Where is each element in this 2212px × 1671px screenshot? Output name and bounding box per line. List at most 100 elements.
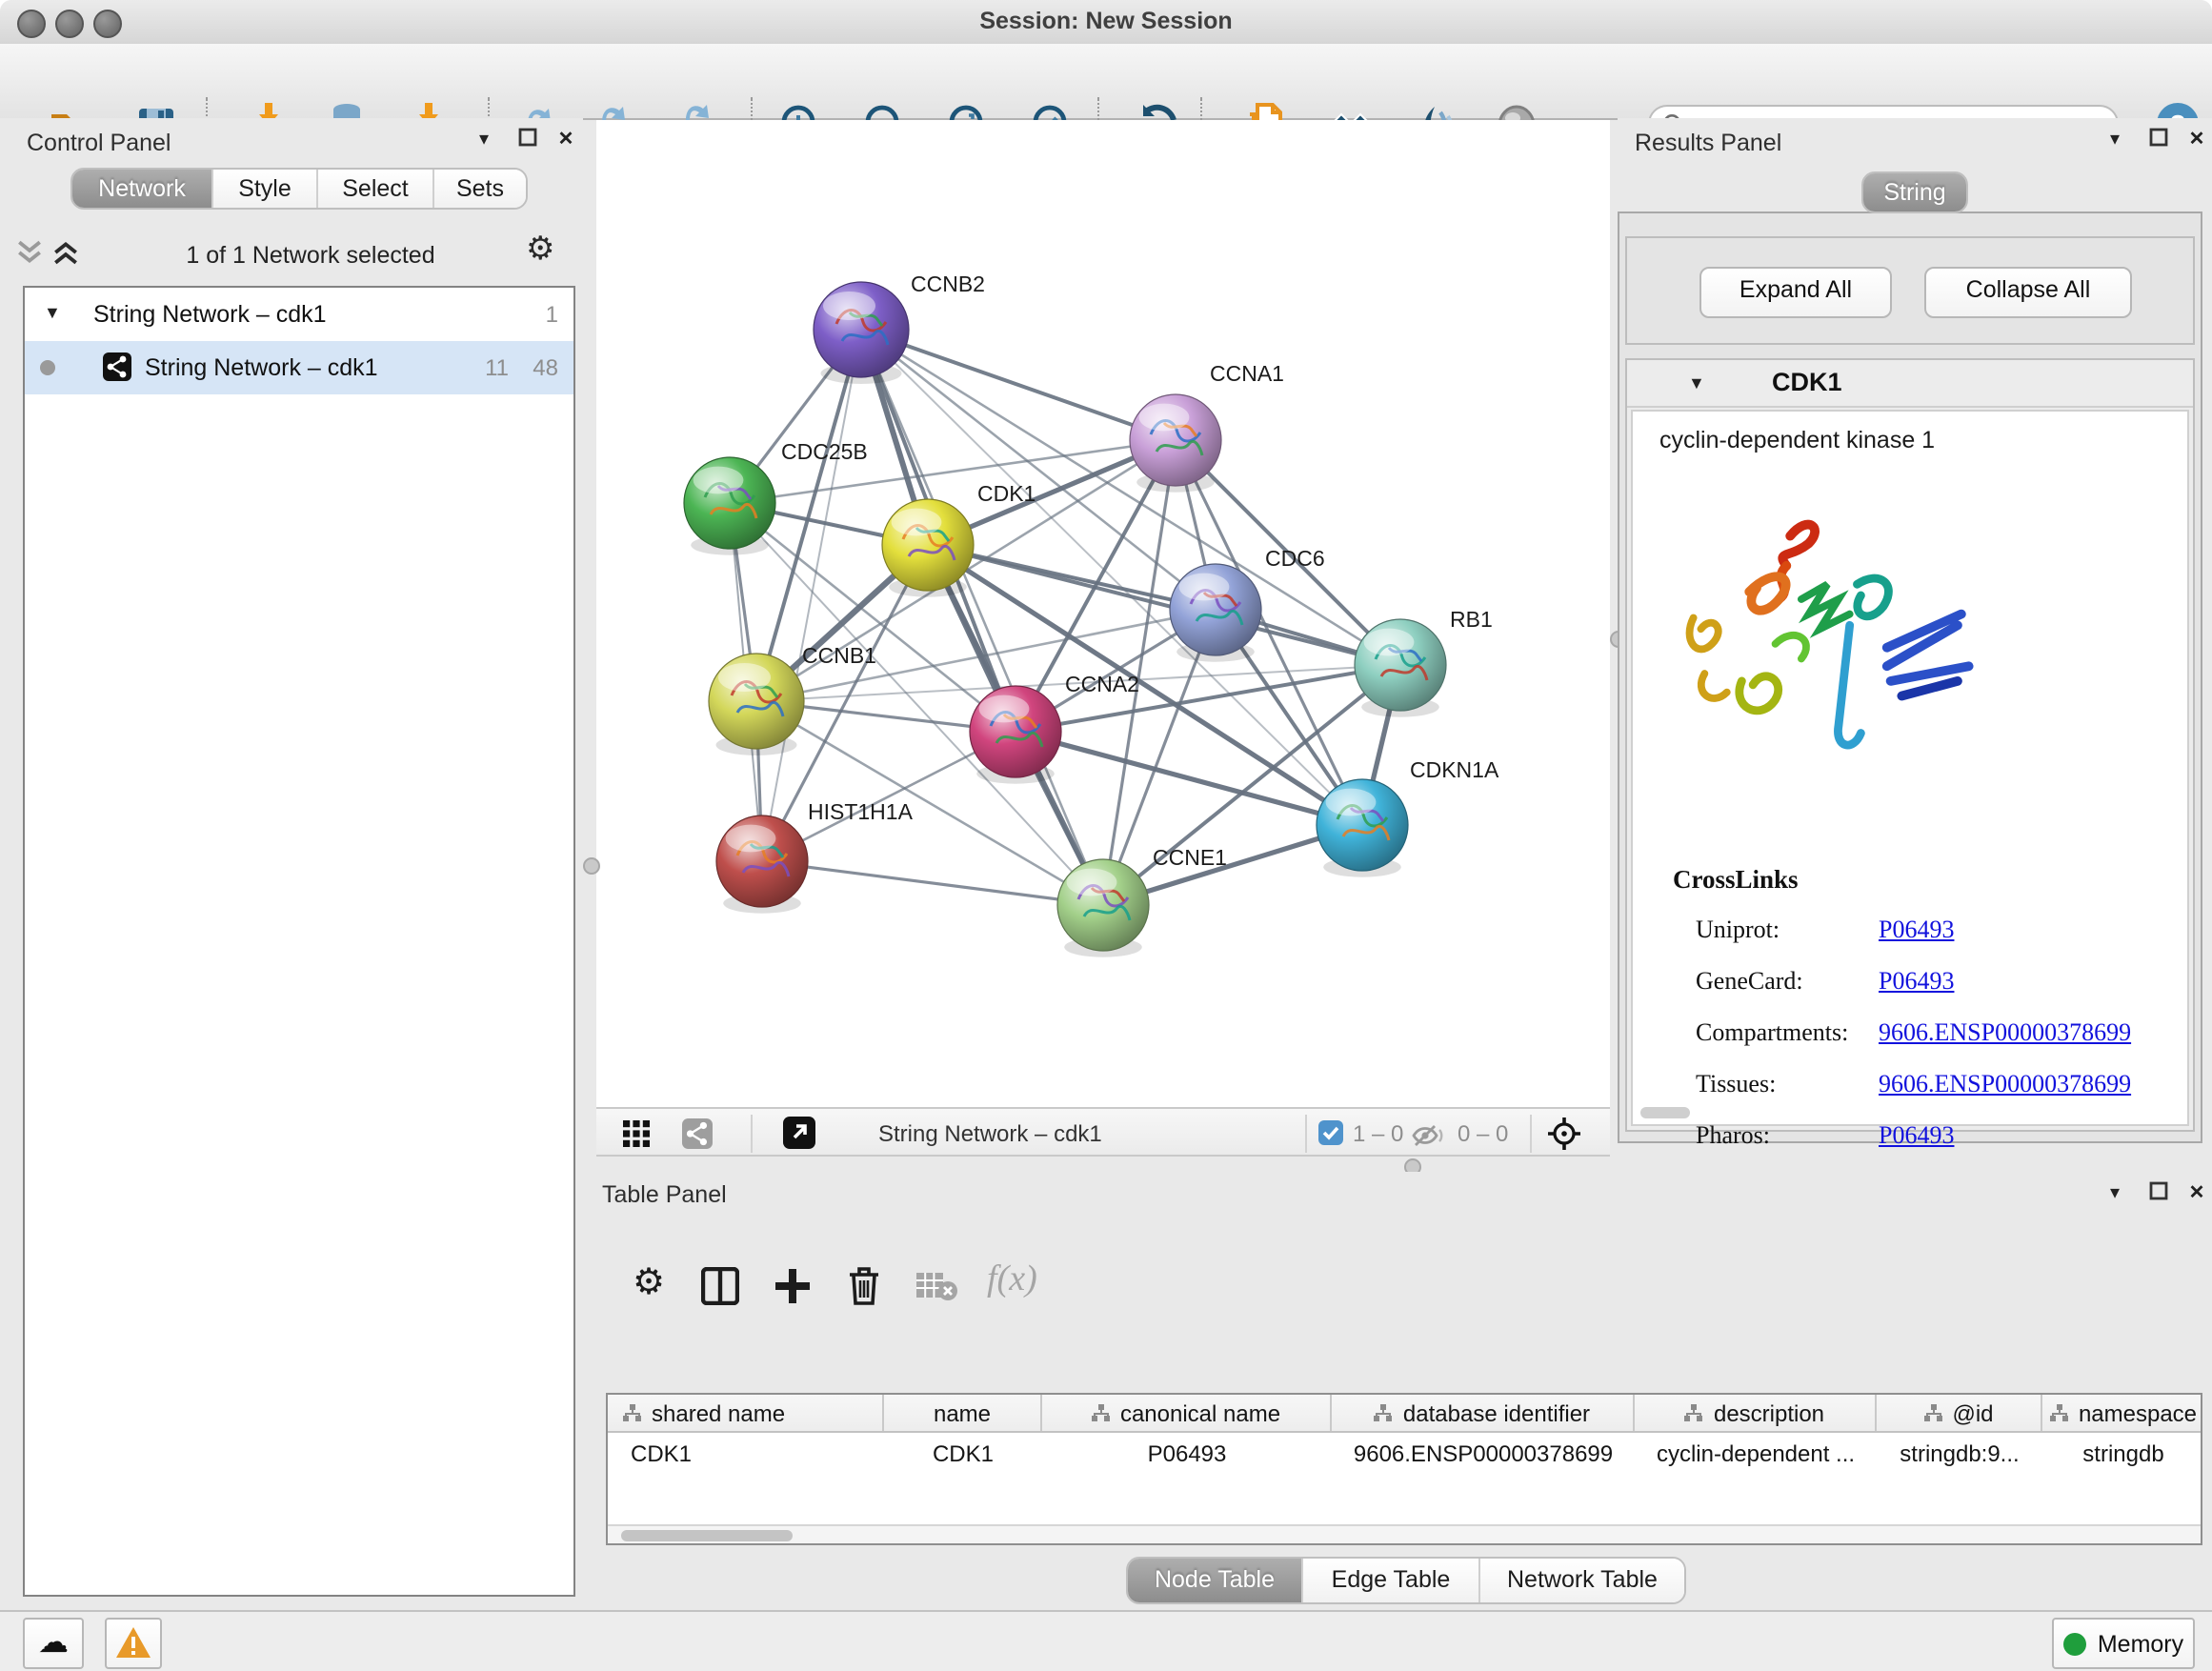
table-panel-collapse-button[interactable]: ▾ bbox=[2101, 1181, 2128, 1208]
results-panel-close-button[interactable]: ✕ bbox=[2183, 128, 2210, 154]
network-edge-CCNB2-CCNA1[interactable] bbox=[861, 330, 1176, 440]
network-edge-CCNE1-HIST1H1A[interactable] bbox=[762, 861, 1103, 905]
hidden-indicator bbox=[1412, 1122, 1444, 1157]
network-view-mode-button[interactable] bbox=[682, 1118, 713, 1158]
checkbox-checked-icon bbox=[1318, 1120, 1343, 1145]
detach-view-button[interactable] bbox=[783, 1117, 815, 1158]
window-title: Session: New Session bbox=[0, 0, 2212, 44]
tab-network[interactable]: Network bbox=[72, 170, 213, 208]
table-panel-close-button[interactable]: ✕ bbox=[2183, 1181, 2210, 1208]
left-splitter-handle[interactable] bbox=[583, 857, 600, 875]
column-header-description[interactable]: description bbox=[1635, 1395, 1877, 1431]
control-panel-collapse-button[interactable]: ▾ bbox=[471, 128, 497, 154]
crosslink-row: Uniprot:P06493 bbox=[1696, 903, 2131, 955]
column-header-canonical-name[interactable]: canonical name bbox=[1042, 1395, 1332, 1431]
warnings-button[interactable] bbox=[105, 1618, 162, 1669]
node-table: shared name name canonical name database… bbox=[606, 1393, 2202, 1545]
network-selection-status: 1 of 1 Network selected bbox=[120, 242, 501, 269]
column-label: canonical name bbox=[1120, 1399, 1280, 1426]
crosslink-label: Tissues: bbox=[1696, 1057, 1879, 1109]
network-options-gear-button[interactable]: ⚙ bbox=[526, 231, 555, 269]
grid-icon bbox=[623, 1120, 650, 1147]
expand-all-button[interactable]: Expand All bbox=[1699, 267, 1892, 318]
crosslink-row: Compartments:9606.ENSP00000378699 bbox=[1696, 1006, 2131, 1057]
crosslink-value-link[interactable]: P06493 bbox=[1879, 1120, 1954, 1149]
column-header-id[interactable]: @id bbox=[1877, 1395, 2042, 1431]
tab-edge-table[interactable]: Edge Table bbox=[1303, 1559, 1480, 1602]
control-panel-float-button[interactable] bbox=[514, 128, 541, 154]
crosslink-value-link[interactable]: P06493 bbox=[1879, 915, 1954, 943]
collapse-all-networks-button[interactable] bbox=[15, 240, 44, 274]
show-columns-button[interactable] bbox=[701, 1267, 739, 1315]
crosslink-value-link[interactable]: 9606.ENSP00000378699 bbox=[1879, 1069, 2131, 1097]
cloud-icon: ☁ bbox=[38, 1627, 69, 1660]
tab-select[interactable]: Select bbox=[318, 170, 434, 208]
birdseye-button[interactable] bbox=[1547, 1117, 1581, 1160]
network-node-label: CDK1 bbox=[977, 481, 1036, 506]
network-edge-CDK1-RB1[interactable] bbox=[928, 545, 1400, 665]
column-header-database-identifier[interactable]: database identifier bbox=[1332, 1395, 1635, 1431]
network-node-label: RB1 bbox=[1450, 607, 1493, 632]
network-tree-selected-row[interactable]: String Network – cdk1 11 48 bbox=[25, 341, 573, 394]
tab-sets[interactable]: Sets bbox=[434, 170, 526, 208]
double-chevron-up-icon bbox=[51, 240, 80, 265]
results-horizontal-scrollbar-thumb[interactable] bbox=[1640, 1107, 1690, 1118]
crosslink-value-link[interactable]: P06493 bbox=[1879, 966, 1954, 995]
table-horizontal-scrollbar[interactable] bbox=[608, 1524, 2201, 1543]
memory-button[interactable]: Memory bbox=[2052, 1618, 2195, 1669]
crosslinks-heading: CrossLinks bbox=[1673, 865, 1799, 896]
table-row[interactable]: CDK1 CDK1 P06493 9606.ENSP00000378699 cy… bbox=[608, 1437, 2201, 1471]
network-edge-CCNB2-RB1[interactable] bbox=[861, 330, 1400, 665]
collapse-all-button[interactable]: Collapse All bbox=[1924, 267, 2132, 318]
results-panel-float-button[interactable] bbox=[2145, 128, 2172, 154]
cell-shared-name[interactable]: CDK1 bbox=[608, 1437, 884, 1471]
section-expander-icon[interactable]: ▼ bbox=[1688, 373, 1705, 393]
gene-name: CDK1 bbox=[1772, 360, 1842, 406]
tab-style[interactable]: Style bbox=[213, 170, 318, 208]
grid-view-button[interactable] bbox=[623, 1120, 650, 1157]
network-tree-root-row[interactable]: ▼ String Network – cdk1 1 bbox=[25, 288, 573, 341]
title-bar: Session: New Session bbox=[0, 0, 2212, 46]
column-label: description bbox=[1714, 1399, 1824, 1426]
delete-column-button[interactable] bbox=[846, 1265, 882, 1315]
columns-icon bbox=[701, 1267, 739, 1305]
column-header-shared-name[interactable]: shared name bbox=[608, 1395, 884, 1431]
network-node-label: CDKN1A bbox=[1410, 757, 1499, 782]
tree-expander-icon[interactable]: ▼ bbox=[44, 303, 61, 322]
cell-id[interactable]: stringdb:9... bbox=[1877, 1437, 2042, 1471]
tab-string[interactable]: String bbox=[1863, 173, 1966, 211]
scrollbar-thumb[interactable] bbox=[621, 1529, 793, 1540]
cell-name[interactable]: CDK1 bbox=[884, 1437, 1042, 1471]
cell-value: cyclin-dependent ... bbox=[1657, 1440, 1855, 1467]
crosslink-value-link[interactable]: 9606.ENSP00000378699 bbox=[1879, 1017, 2131, 1046]
cell-description[interactable]: cyclin-dependent ... bbox=[1635, 1437, 1877, 1471]
network-canvas[interactable]: CCNB2CCNA1CDC25BCDK1CDC6RB1CCNB1CCNA2CDK… bbox=[596, 120, 1610, 1107]
delete-table-icon bbox=[916, 1271, 958, 1301]
expand-all-networks-button[interactable] bbox=[51, 240, 80, 274]
network-node-label: CDC6 bbox=[1265, 546, 1325, 571]
table-panel-float-button[interactable] bbox=[2145, 1181, 2172, 1208]
network-view-title: String Network – cdk1 bbox=[878, 1109, 1102, 1158]
network-node-label: CCNA1 bbox=[1210, 361, 1284, 386]
table-settings-gear-button[interactable]: ⚙ bbox=[633, 1261, 665, 1305]
crosslink-label: Pharos: bbox=[1696, 1109, 1879, 1160]
column-header-namespace[interactable]: namespace bbox=[2042, 1395, 2204, 1431]
tab-node-table[interactable]: Node Table bbox=[1128, 1559, 1303, 1602]
cloud-status-button[interactable]: ☁ bbox=[23, 1618, 84, 1669]
tab-network-table[interactable]: Network Table bbox=[1480, 1559, 1684, 1602]
selected-checkbox[interactable] bbox=[1318, 1120, 1343, 1155]
hidden-count: 0 – 0 bbox=[1458, 1109, 1508, 1158]
control-panel-close-button[interactable]: ✕ bbox=[553, 128, 579, 154]
delete-table-button-disabled bbox=[916, 1271, 958, 1311]
results-panel-collapse-button[interactable]: ▾ bbox=[2101, 128, 2128, 154]
table-header-row: shared name name canonical name database… bbox=[608, 1395, 2201, 1433]
warning-icon bbox=[116, 1627, 151, 1658]
cell-namespace[interactable]: stringdb bbox=[2042, 1437, 2204, 1471]
create-column-button[interactable] bbox=[774, 1267, 812, 1315]
cell-database-identifier[interactable]: 9606.ENSP00000378699 bbox=[1332, 1437, 1635, 1471]
network-collection-label: String Network – cdk1 bbox=[93, 288, 327, 341]
column-header-name[interactable]: name bbox=[884, 1395, 1042, 1431]
share-icon bbox=[682, 1118, 713, 1149]
cell-canonical-name[interactable]: P06493 bbox=[1042, 1437, 1332, 1471]
gene-section-header[interactable]: ▼ CDK1 bbox=[1627, 360, 2193, 408]
